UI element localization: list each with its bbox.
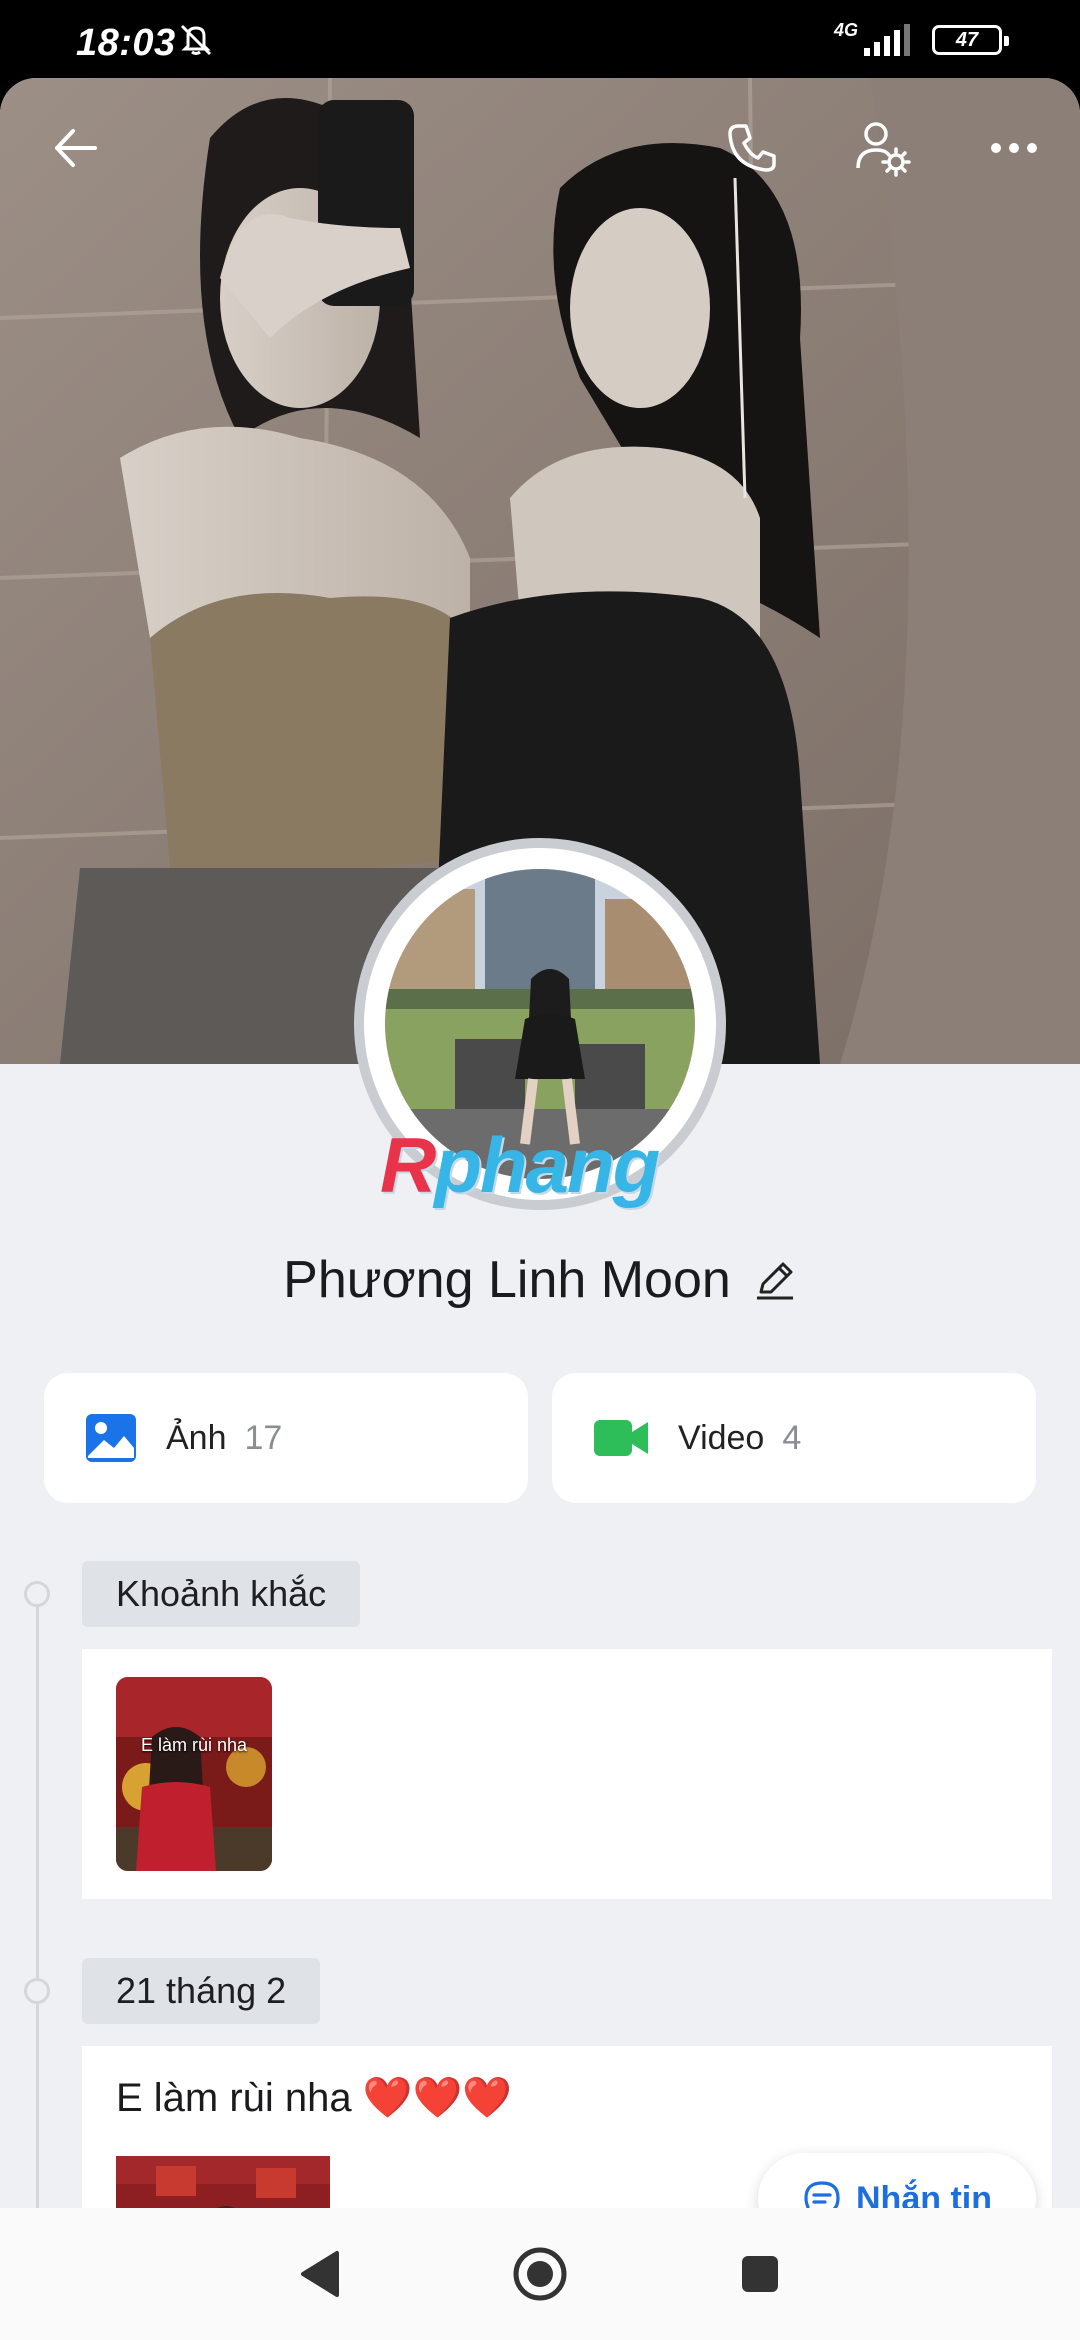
arrow-left-icon [55,129,97,167]
mute-icon [180,24,212,56]
status-icons: 4G 47 [833,19,1009,58]
photos-label: Ảnh [166,1418,227,1457]
videos-card[interactable]: Video 4 [552,1373,1036,1503]
moment-caption: E làm rùi nha [140,1735,248,1755]
date-label: 21 tháng 2 [116,1970,287,2011]
moment-image [116,1677,272,1871]
more-horizontal-icon [991,143,1037,153]
watermark-letter: R [380,1121,436,1209]
nav-recents-button[interactable] [730,2244,790,2304]
triangle-back-icon [301,2251,339,2297]
profile-name-row: Phương Linh Moon [0,1250,1080,1310]
moment-thumbnail[interactable]: E làm rùi nha [116,1677,272,1871]
videos-count: 4 [782,1418,802,1457]
photo-icon [86,1414,136,1462]
profile-header-actions [0,78,1080,218]
user-settings-icon [856,122,911,177]
nav-back-button[interactable] [290,2244,350,2304]
moments-label: Khoảnh khắc [116,1573,327,1614]
profile-name: Phương Linh Moon [283,1251,731,1309]
timeline-line [36,1598,39,2208]
post-text: E làm rùi nha ❤️❤️❤️ [116,2076,513,2120]
date-header: 21 tháng 2 [82,1958,321,2024]
post-image-preview [116,2156,330,2208]
watermark-text: phang [434,1121,660,1209]
network-label: 4G [833,19,858,40]
status-time: 18:03 [76,22,176,64]
chat-bubble-icon [804,2181,840,2208]
nav-home-button[interactable] [510,2244,570,2304]
videos-label: Video [678,1418,765,1457]
timeline-dot [24,1978,50,2004]
message-button-label: Nhắn tin [856,2179,992,2209]
moments-card: E làm rùi nha [82,1649,1052,1899]
call-button[interactable] [712,108,792,188]
message-button[interactable]: Nhắn tin [758,2153,1036,2208]
profile-screen: Rphang Phương Linh Moon Ảnh 17 Video 4 K… [0,78,1080,2208]
timeline-dot [24,1581,50,1607]
status-bar: 18:03 4G 47 [0,0,1080,78]
signal-icon [864,24,910,56]
photos-count: 17 [244,1418,283,1457]
video-camera-icon [594,1420,648,1456]
more-options-button[interactable] [974,108,1054,188]
profile-settings-button[interactable] [842,108,922,188]
system-navigation-bar [0,2208,1080,2340]
back-button[interactable] [36,108,116,188]
battery-indicator: 47 [932,25,1009,55]
photos-card[interactable]: Ảnh 17 [44,1373,528,1503]
moments-header: Khoảnh khắc [82,1561,361,1627]
watermark-logo: Rphang [380,1120,660,1211]
battery-level: 47 [955,28,979,51]
phone-icon [728,124,776,172]
post-image[interactable] [116,2156,330,2208]
square-recents-icon [742,2256,778,2292]
circle-home-icon [513,2247,567,2301]
pencil-icon[interactable] [753,1258,797,1302]
